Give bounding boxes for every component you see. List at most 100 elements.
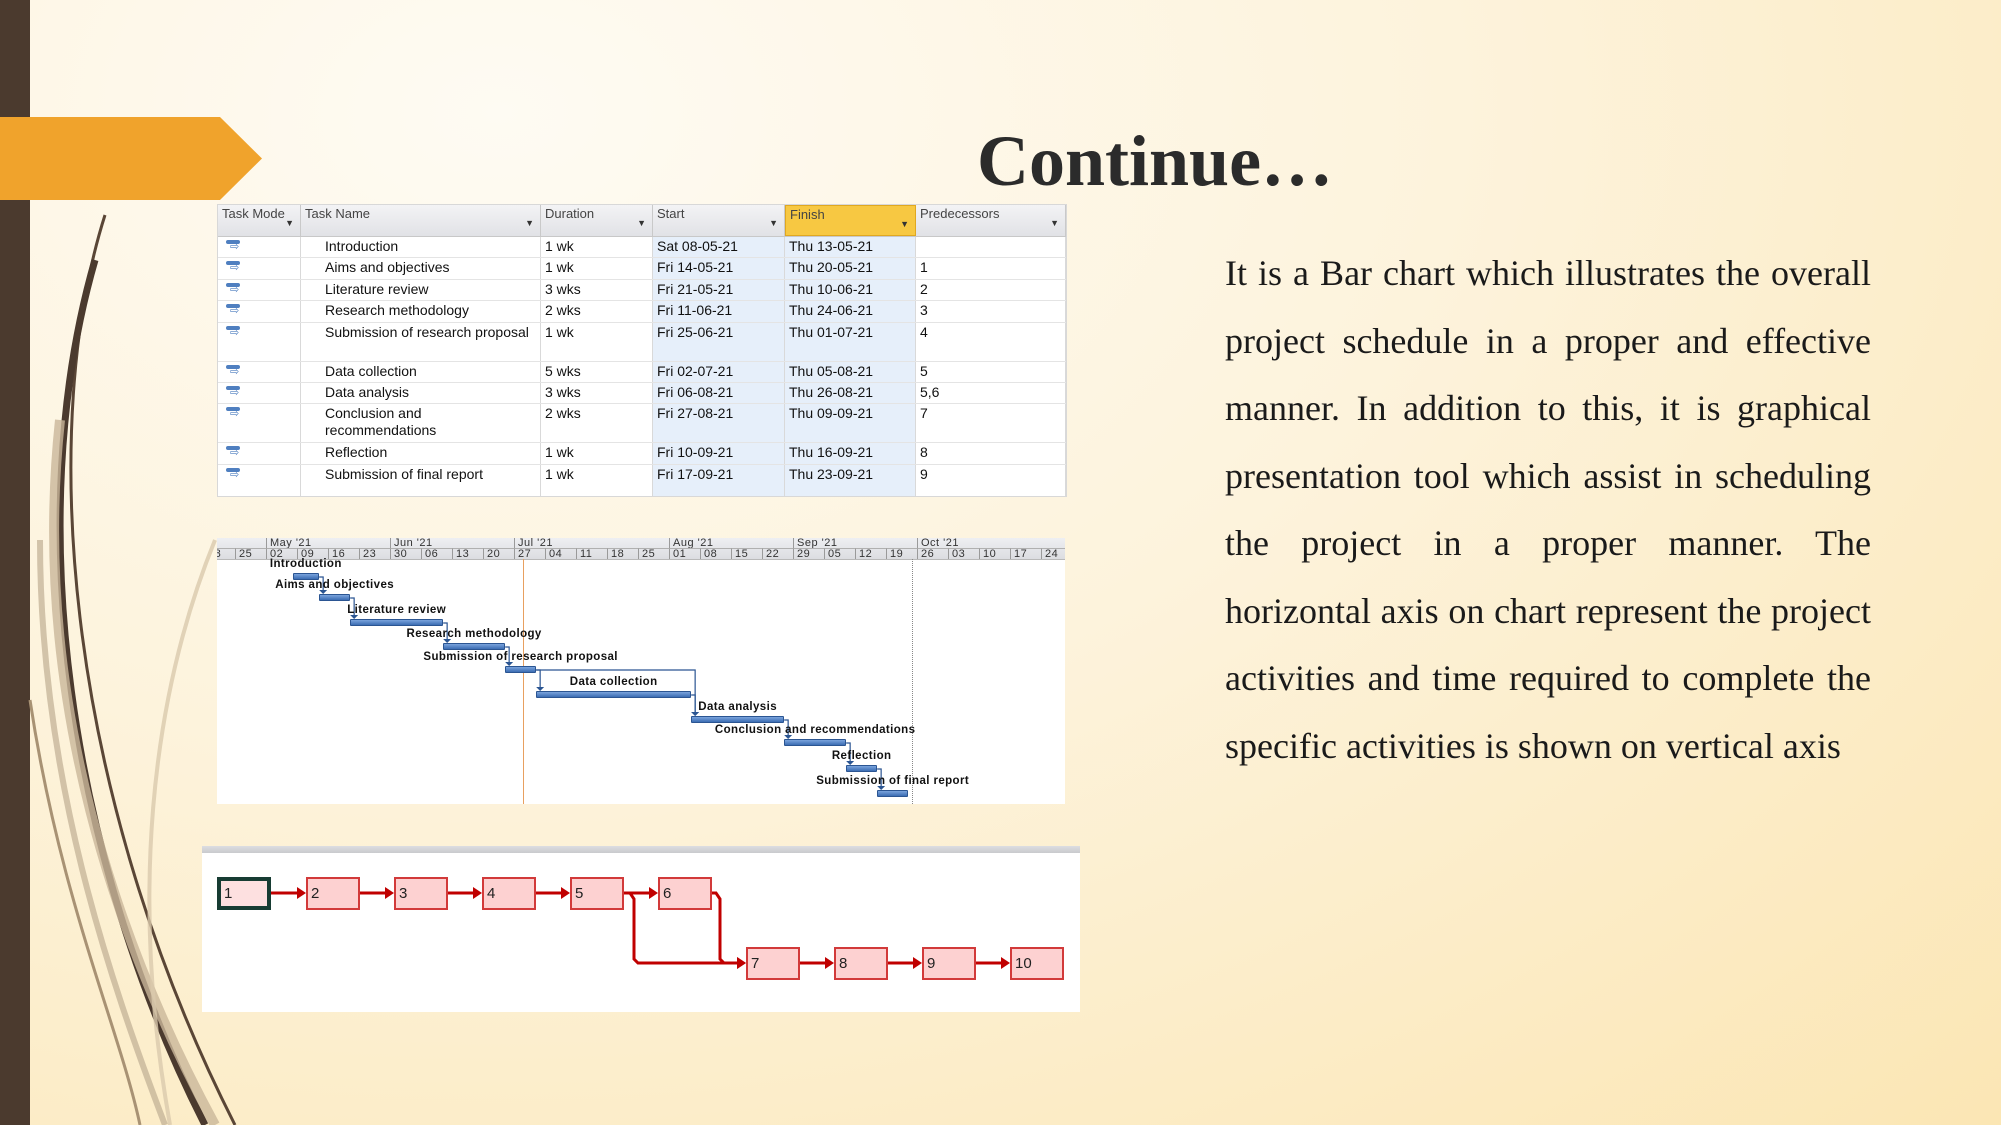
start-cell[interactable]: Fri 25-06-21 <box>653 322 785 361</box>
task-mode-cell[interactable]: ⇨ <box>218 322 301 361</box>
table-row[interactable]: ⇨ Conclusion and recommendations 2 wks F… <box>218 404 1066 444</box>
task-mode-cell[interactable]: ⇨ <box>218 464 301 496</box>
start-cell[interactable]: Fri 06-08-21 <box>653 382 785 404</box>
duration-cell[interactable]: 3 wks <box>541 279 653 301</box>
finish-cell[interactable]: Thu 20-05-21 <box>785 258 916 279</box>
table-row[interactable]: ⇨ Submission of research proposal 1 wk F… <box>218 322 1066 362</box>
duration-cell[interactable]: 2 wks <box>541 404 653 443</box>
gantt-bar[interactable] <box>536 691 692 698</box>
task-name-cell[interactable]: Submission of research proposal <box>301 322 541 361</box>
task-name-cell[interactable]: Reflection <box>301 443 541 464</box>
network-node[interactable]: 8 <box>834 947 888 980</box>
predecessors-cell[interactable]: 8 <box>916 443 1066 464</box>
gantt-bar[interactable] <box>443 643 506 650</box>
gantt-bar[interactable] <box>877 790 909 797</box>
duration-cell[interactable]: 1 wk <box>541 443 653 464</box>
task-name-cell[interactable]: Aims and objectives <box>301 258 541 279</box>
predecessors-cell[interactable]: 5 <box>916 361 1066 382</box>
task-mode-cell[interactable]: ⇨ <box>218 361 301 382</box>
predecessors-cell[interactable]: 3 <box>916 301 1066 322</box>
start-cell[interactable]: Fri 17-09-21 <box>653 464 785 496</box>
dropdown-arrow-icon[interactable]: ▼ <box>525 217 534 230</box>
predecessors-cell[interactable]: 7 <box>916 404 1066 443</box>
finish-cell[interactable]: Thu 16-09-21 <box>785 443 916 464</box>
task-mode-cell[interactable]: ⇨ <box>218 279 301 301</box>
predecessors-cell[interactable] <box>916 237 1066 258</box>
predecessors-cell[interactable]: 2 <box>916 279 1066 301</box>
table-row[interactable]: ⇨ Reflection 1 wk Fri 10-09-21 Thu 16-09… <box>218 443 1066 465</box>
task-mode-cell[interactable]: ⇨ <box>218 301 301 322</box>
network-node[interactable]: 10 <box>1010 947 1064 980</box>
finish-cell[interactable]: Thu 13-05-21 <box>785 237 916 258</box>
task-mode-cell[interactable]: ⇨ <box>218 237 301 258</box>
table-row[interactable]: ⇨ Data analysis 3 wks Fri 06-08-21 Thu 2… <box>218 382 1066 405</box>
finish-cell[interactable]: Thu 10-06-21 <box>785 279 916 301</box>
duration-cell[interactable]: 5 wks <box>541 361 653 382</box>
finish-cell[interactable]: Thu 01-07-21 <box>785 322 916 361</box>
network-node[interactable]: 1 <box>217 877 271 910</box>
task-name-cell[interactable]: Submission of final report <box>301 464 541 496</box>
start-cell[interactable]: Fri 10-09-21 <box>653 443 785 464</box>
duration-cell[interactable]: 1 wk <box>541 258 653 279</box>
column-header-task-name[interactable]: Task Name ▼ <box>301 205 541 236</box>
duration-cell[interactable]: 1 wk <box>541 237 653 258</box>
table-row[interactable]: ⇨ Introduction 1 wk Sat 08-05-21 Thu 13-… <box>218 237 1066 259</box>
network-node[interactable]: 9 <box>922 947 976 980</box>
dropdown-arrow-icon[interactable]: ▼ <box>637 217 646 230</box>
start-cell[interactable]: Fri 02-07-21 <box>653 361 785 382</box>
gantt-bar[interactable] <box>691 716 785 723</box>
column-header-duration[interactable]: Duration ▼ <box>541 205 653 236</box>
duration-cell[interactable]: 1 wk <box>541 322 653 361</box>
predecessors-cell[interactable]: 9 <box>916 464 1066 496</box>
task-name-cell[interactable]: Literature review <box>301 279 541 301</box>
duration-cell[interactable]: 2 wks <box>541 301 653 322</box>
network-node[interactable]: 4 <box>482 877 536 910</box>
finish-cell[interactable]: Thu 23-09-21 <box>785 464 916 496</box>
gantt-bar[interactable] <box>319 594 351 601</box>
finish-cell[interactable]: Thu 09-09-21 <box>785 404 916 443</box>
gantt-bar[interactable] <box>505 666 537 673</box>
table-row[interactable]: ⇨ Aims and objectives 1 wk Fri 14-05-21 … <box>218 258 1066 280</box>
task-name-cell[interactable]: Data analysis <box>301 382 541 404</box>
gantt-bar[interactable] <box>350 619 444 626</box>
network-node[interactable]: 5 <box>570 877 624 910</box>
task-mode-cell[interactable]: ⇨ <box>218 258 301 279</box>
dropdown-arrow-icon[interactable]: ▼ <box>285 217 294 230</box>
dropdown-arrow-icon[interactable]: ▼ <box>769 217 778 230</box>
table-row[interactable]: ⇨ Submission of final report 1 wk Fri 17… <box>218 464 1066 496</box>
network-node[interactable]: 6 <box>658 877 712 910</box>
table-row[interactable]: ⇨ Data collection 5 wks Fri 02-07-21 Thu… <box>218 361 1066 383</box>
task-mode-cell[interactable]: ⇨ <box>218 404 301 443</box>
finish-cell[interactable]: Thu 05-08-21 <box>785 361 916 382</box>
duration-cell[interactable]: 3 wks <box>541 382 653 404</box>
task-name-cell[interactable]: Research methodology <box>301 301 541 322</box>
dropdown-arrow-icon[interactable]: ▼ <box>1050 217 1059 230</box>
network-node[interactable]: 3 <box>394 877 448 910</box>
gantt-bar[interactable] <box>846 765 878 772</box>
network-node[interactable]: 7 <box>746 947 800 980</box>
start-cell[interactable]: Sat 08-05-21 <box>653 237 785 258</box>
start-cell[interactable]: Fri 27-08-21 <box>653 404 785 443</box>
task-name-cell[interactable]: Data collection <box>301 361 541 382</box>
column-header-finish[interactable]: Finish ▼ <box>785 205 916 236</box>
task-name-cell[interactable]: Introduction <box>301 237 541 258</box>
column-header-task-mode[interactable]: Task Mode ▼ <box>218 205 301 236</box>
start-cell[interactable]: Fri 11-06-21 <box>653 301 785 322</box>
task-name-cell[interactable]: Conclusion and recommendations <box>301 404 541 443</box>
predecessors-cell[interactable]: 1 <box>916 258 1066 279</box>
predecessors-cell[interactable]: 4 <box>916 322 1066 361</box>
column-header-predecessors[interactable]: Predecessors ▼ <box>916 205 1066 236</box>
start-cell[interactable]: Fri 14-05-21 <box>653 258 785 279</box>
finish-cell[interactable]: Thu 26-08-21 <box>785 382 916 404</box>
duration-cell[interactable]: 1 wk <box>541 464 653 496</box>
network-node[interactable]: 2 <box>306 877 360 910</box>
column-header-start[interactable]: Start ▼ <box>653 205 785 236</box>
predecessors-cell[interactable]: 5,6 <box>916 382 1066 404</box>
finish-cell[interactable]: Thu 24-06-21 <box>785 301 916 322</box>
start-cell[interactable]: Fri 21-05-21 <box>653 279 785 301</box>
table-row[interactable]: ⇨ Research methodology 2 wks Fri 11-06-2… <box>218 301 1066 323</box>
task-mode-cell[interactable]: ⇨ <box>218 443 301 464</box>
table-row[interactable]: ⇨ Literature review 3 wks Fri 21-05-21 T… <box>218 279 1066 302</box>
task-mode-cell[interactable]: ⇨ <box>218 382 301 404</box>
gantt-bar[interactable] <box>784 739 847 746</box>
